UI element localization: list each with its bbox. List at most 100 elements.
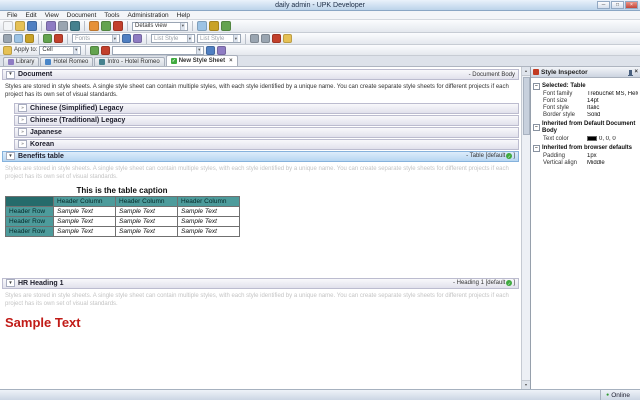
section-title: Chinese (Simplified) Legacy xyxy=(30,105,123,112)
image-icon[interactable] xyxy=(217,46,226,55)
preview-icon[interactable] xyxy=(70,21,80,31)
inspector-group-selected[interactable]: − Selected: Table xyxy=(533,83,638,90)
font-color-icon[interactable] xyxy=(272,34,281,43)
collapse-box-icon[interactable]: − xyxy=(533,83,540,90)
collapse-triangle-icon[interactable]: ▼ xyxy=(6,71,15,79)
section-header-document[interactable]: ▼ Document - Document Body xyxy=(2,69,519,80)
style-inspector-header: Style Inspector × xyxy=(531,67,640,78)
expand-chevron-icon[interactable]: » xyxy=(18,104,27,112)
view-details-icon[interactable] xyxy=(113,21,123,31)
cut-icon[interactable] xyxy=(3,34,12,43)
section-header-japanese[interactable]: » Japanese xyxy=(14,127,519,138)
new-document-icon[interactable] xyxy=(3,21,13,31)
copy-icon[interactable] xyxy=(14,34,23,43)
scrollbar-thumb[interactable] xyxy=(523,77,530,135)
menu-view[interactable]: View xyxy=(41,12,63,19)
menu-bar: File Edit View Document Tools Administra… xyxy=(0,11,640,20)
header-column-cell: Header Column xyxy=(116,196,178,206)
heading-sample-text: Sample Text xyxy=(5,315,519,330)
link-icon[interactable] xyxy=(206,46,215,55)
inspector-group-inherited-browser-defaults[interactable]: − Inherited from browser defaults xyxy=(533,145,638,152)
style-name-dropdown[interactable]: ▾ xyxy=(112,46,204,55)
tab-new-style-sheet[interactable]: ✓ New Style Sheet × xyxy=(166,55,238,66)
table-cell: Sample Text xyxy=(54,216,116,226)
section-header-hr-heading-1[interactable]: ▼ HR Heading 1 - Heading 1 [default ✓ ] xyxy=(2,278,519,289)
fonts-dropdown[interactable]: Fonts ▾ xyxy=(72,34,120,43)
close-button[interactable]: × xyxy=(625,1,638,9)
tab-intro-hotel-romeo[interactable]: Intro - Hotel Romeo xyxy=(94,57,164,66)
section-header-korean[interactable]: » Korean xyxy=(14,139,519,150)
details-view-dropdown[interactable]: Details view ▾ xyxy=(132,22,188,31)
tab-close-icon[interactable]: × xyxy=(229,58,233,64)
menu-file[interactable]: File xyxy=(3,12,21,19)
save-icon[interactable] xyxy=(27,21,37,31)
section-header-chinese-traditional[interactable]: » Chinese (Traditional) Legacy xyxy=(14,115,519,126)
open-folder-icon[interactable] xyxy=(15,21,25,31)
publish-icon[interactable] xyxy=(46,21,56,31)
panel-close-icon[interactable]: × xyxy=(634,69,638,75)
menu-help[interactable]: Help xyxy=(173,12,194,19)
default-style-badge-icon: ✓ xyxy=(506,280,512,286)
maximize-button[interactable]: □ xyxy=(611,1,624,9)
table-corner-cell xyxy=(6,196,54,206)
inspector-row-font-family: Font family Trebuchet MS, Helve... xyxy=(533,90,638,97)
standard-toolbar: Details view ▾ xyxy=(0,20,640,33)
view-list-icon[interactable] xyxy=(101,21,111,31)
inspector-row-font-size: Font size 14pt xyxy=(533,97,638,104)
table-cell: Sample Text xyxy=(178,226,240,236)
properties-icon[interactable] xyxy=(197,21,207,31)
expand-chevron-icon[interactable]: » xyxy=(18,128,27,136)
library-icon xyxy=(8,59,14,65)
list-style-dropdown-2[interactable]: List Style ▾ xyxy=(197,34,241,43)
menu-document[interactable]: Document xyxy=(63,12,101,19)
chevron-down-icon: ▾ xyxy=(196,47,201,54)
pin-icon[interactable] xyxy=(629,70,632,75)
expand-chevron-icon[interactable]: » xyxy=(18,116,27,124)
window-title: daily admin - UPK Developer xyxy=(275,2,365,9)
print-icon[interactable] xyxy=(58,21,68,31)
highlight-color-icon[interactable] xyxy=(283,34,292,43)
collapse-box-icon[interactable]: − xyxy=(533,124,540,131)
header-row-cell: Header Row xyxy=(6,216,54,226)
insert-row-icon[interactable] xyxy=(90,46,99,55)
tab-library[interactable]: Library xyxy=(3,57,39,66)
align-center-icon[interactable] xyxy=(261,34,270,43)
section-header-chinese-simplified[interactable]: » Chinese (Simplified) Legacy xyxy=(14,103,519,114)
style-description-text: Styles are stored in style sheets. A sin… xyxy=(2,80,519,102)
folders-icon[interactable] xyxy=(209,21,219,31)
delete-row-icon[interactable] xyxy=(101,46,110,55)
section-title: Chinese (Traditional) Legacy xyxy=(30,117,125,124)
collapse-box-icon[interactable]: − xyxy=(533,145,540,152)
tab-hotel-romeo[interactable]: Hotel Romeo xyxy=(40,57,93,66)
minimize-button[interactable]: ─ xyxy=(597,1,610,9)
list-style-dropdown-1[interactable]: List Style ▾ xyxy=(151,34,195,43)
section-header-benefits-table[interactable]: ▼ Benefits table - Table [default ✓ ] xyxy=(2,151,519,162)
apply-to-select[interactable]: Cell ▾ xyxy=(39,46,81,55)
scroll-up-icon[interactable]: ▲ xyxy=(522,67,531,76)
inspector-group-inherited-document-body[interactable]: − Inherited from Default Document Body xyxy=(533,121,638,135)
apply-style-icon[interactable] xyxy=(3,46,12,55)
collapse-triangle-icon[interactable]: ▼ xyxy=(6,279,15,287)
style-sheet-icon: ✓ xyxy=(171,58,177,64)
expand-chevron-icon[interactable]: » xyxy=(18,140,27,148)
menu-tools[interactable]: Tools xyxy=(100,12,123,19)
view-large-icons-icon[interactable] xyxy=(89,21,99,31)
editor-scrollbar[interactable]: ▲ ▼ xyxy=(521,67,530,389)
refresh-icon[interactable] xyxy=(221,21,231,31)
menu-administration[interactable]: Administration xyxy=(123,12,172,19)
scroll-down-icon[interactable]: ▼ xyxy=(522,380,531,389)
italic-icon[interactable] xyxy=(133,34,142,43)
header-row-cell: Header Row xyxy=(6,206,54,216)
module-icon xyxy=(45,59,51,65)
paste-icon[interactable] xyxy=(25,34,34,43)
inspector-row-border-style: Border style Solid xyxy=(533,111,638,118)
collapse-triangle-icon[interactable]: ▼ xyxy=(6,152,15,160)
title-bar: daily admin - UPK Developer ─ □ × xyxy=(0,0,640,11)
spell-check-icon[interactable] xyxy=(54,34,63,43)
align-left-icon[interactable] xyxy=(250,34,259,43)
format-painter-icon[interactable] xyxy=(43,34,52,43)
menu-edit[interactable]: Edit xyxy=(21,12,40,19)
table-row: Header Row Sample Text Sample Text Sampl… xyxy=(6,226,240,236)
style-inspector-panel: Style Inspector × − Selected: Table Font… xyxy=(530,67,640,389)
bold-icon[interactable] xyxy=(122,34,131,43)
